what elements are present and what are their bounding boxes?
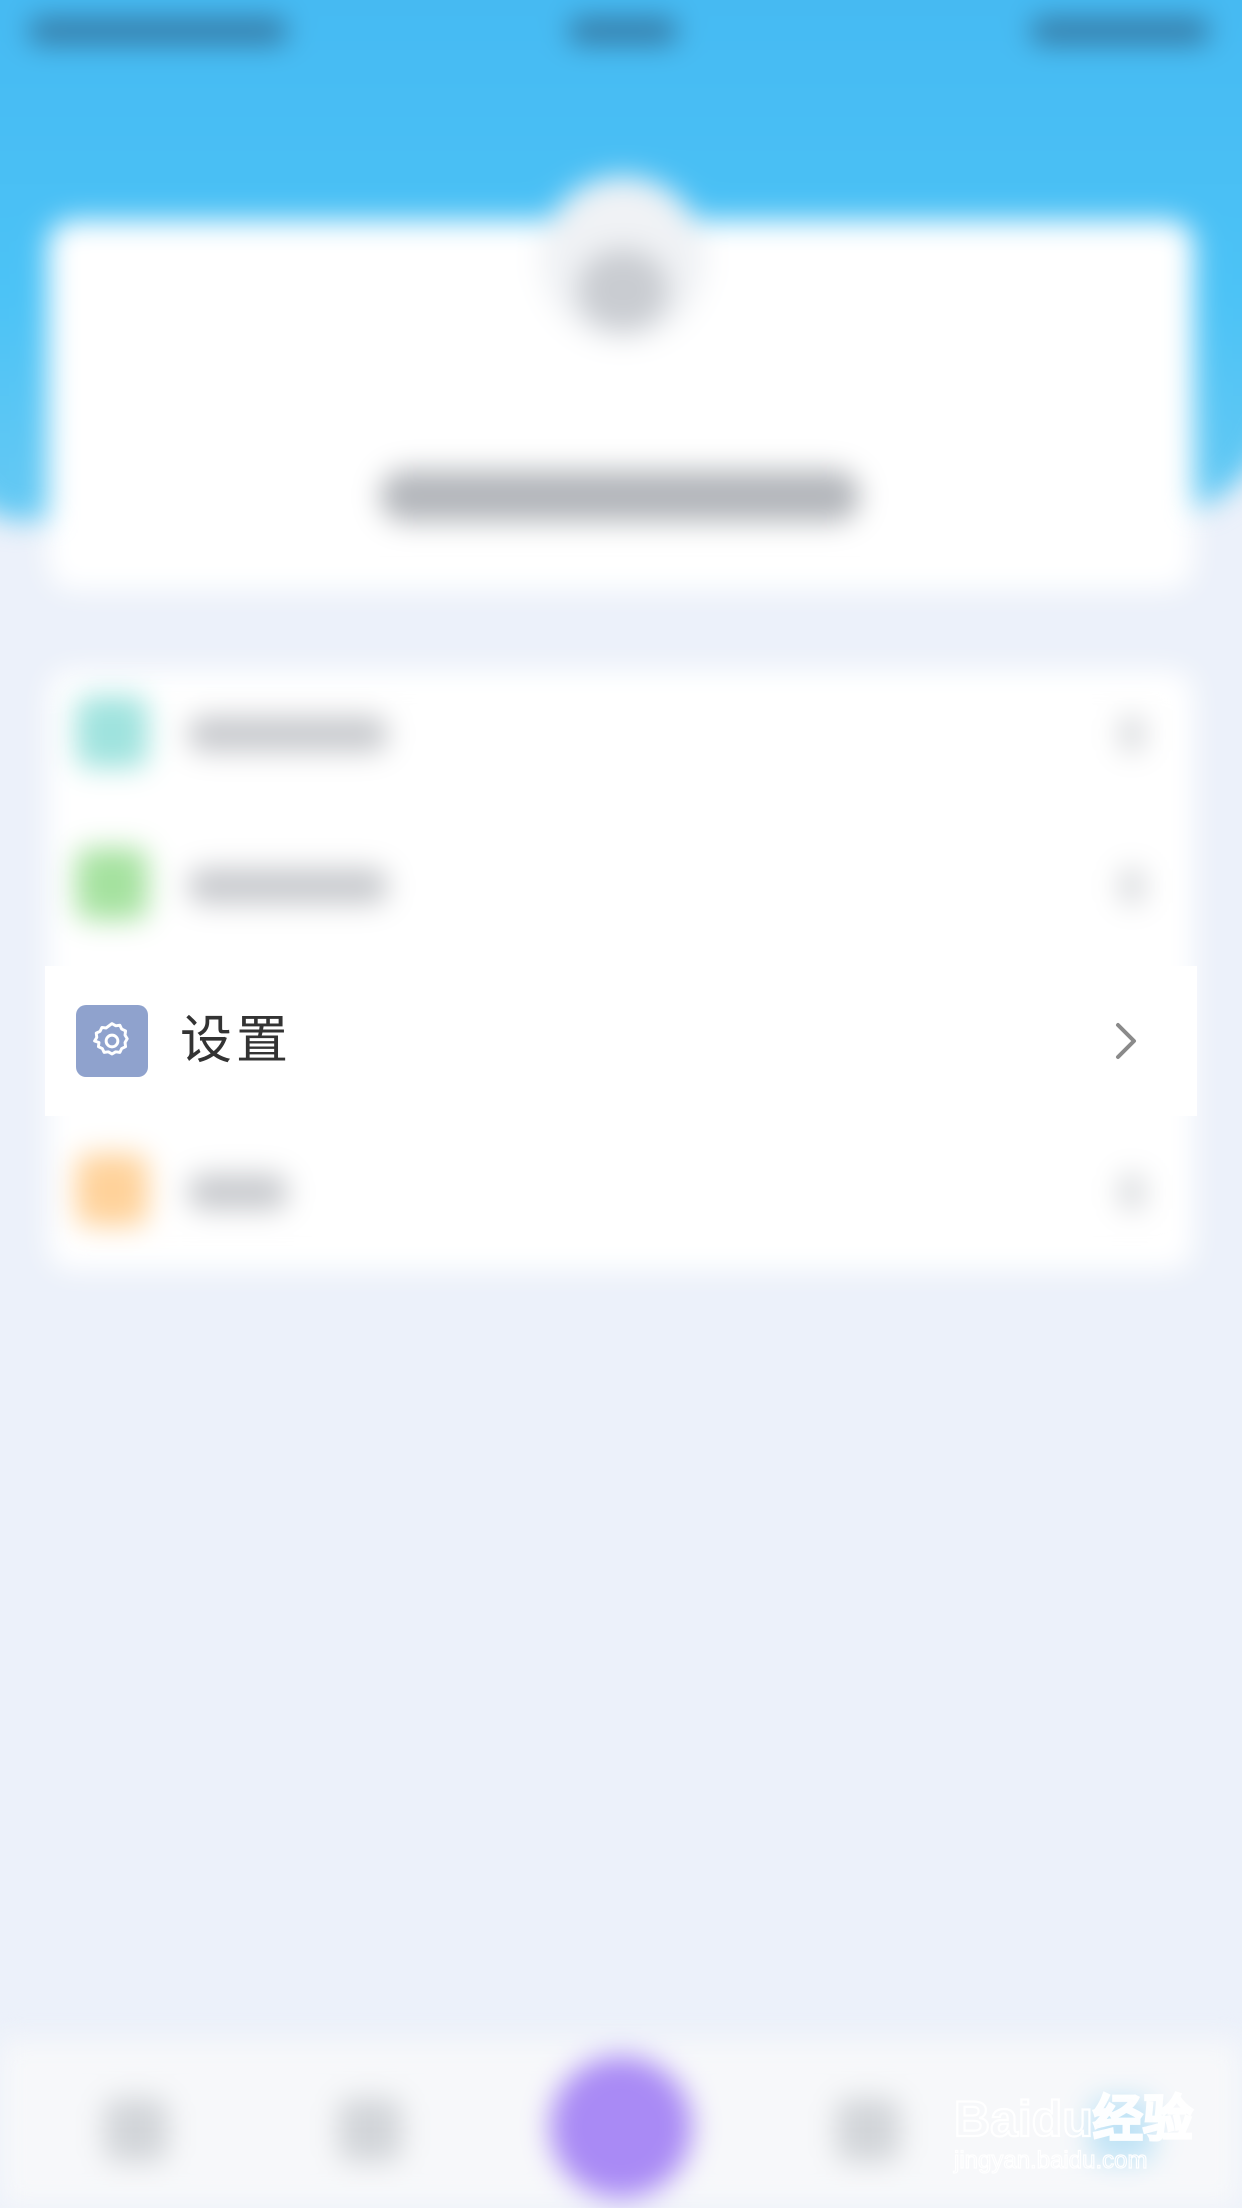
menu-item-chevron-3 <box>1120 1174 1144 1210</box>
menu-item-icon-3 <box>76 1154 148 1226</box>
watermark-brand: Baidu经验 <box>954 2091 1193 2147</box>
profile-name-placeholder <box>380 470 860 522</box>
tab-icon-2 <box>338 2098 402 2162</box>
tab-icon-1 <box>104 2098 168 2162</box>
tab-icon-3 <box>836 2098 900 2162</box>
status-battery <box>1030 18 1210 44</box>
chevron-right-icon <box>1101 1017 1149 1065</box>
avatar-silhouette <box>578 250 668 330</box>
settings-label: 设置 <box>180 1011 293 1071</box>
settings-menu-item[interactable]: 设置 <box>45 966 1197 1116</box>
status-bar <box>0 0 1242 64</box>
menu-item-chevron-2 <box>1120 868 1144 904</box>
menu-item-label-3 <box>188 1174 288 1210</box>
gear-icon <box>76 1005 148 1077</box>
center-action-button <box>550 2056 692 2198</box>
status-carrier <box>28 18 288 44</box>
watermark-url: jingyan.baidu.com <box>953 2147 1147 2174</box>
status-time <box>568 18 678 44</box>
menu-item-label-2 <box>188 868 388 904</box>
baidu-jingyan-watermark: Baidu经验 jingyan.baidu.com <box>950 2080 1210 2180</box>
menu-item-icon-2 <box>76 848 148 920</box>
menu-item-chevron-1 <box>1120 716 1144 752</box>
menu-item-label-1 <box>188 716 388 752</box>
menu-item-icon-1 <box>76 696 148 768</box>
